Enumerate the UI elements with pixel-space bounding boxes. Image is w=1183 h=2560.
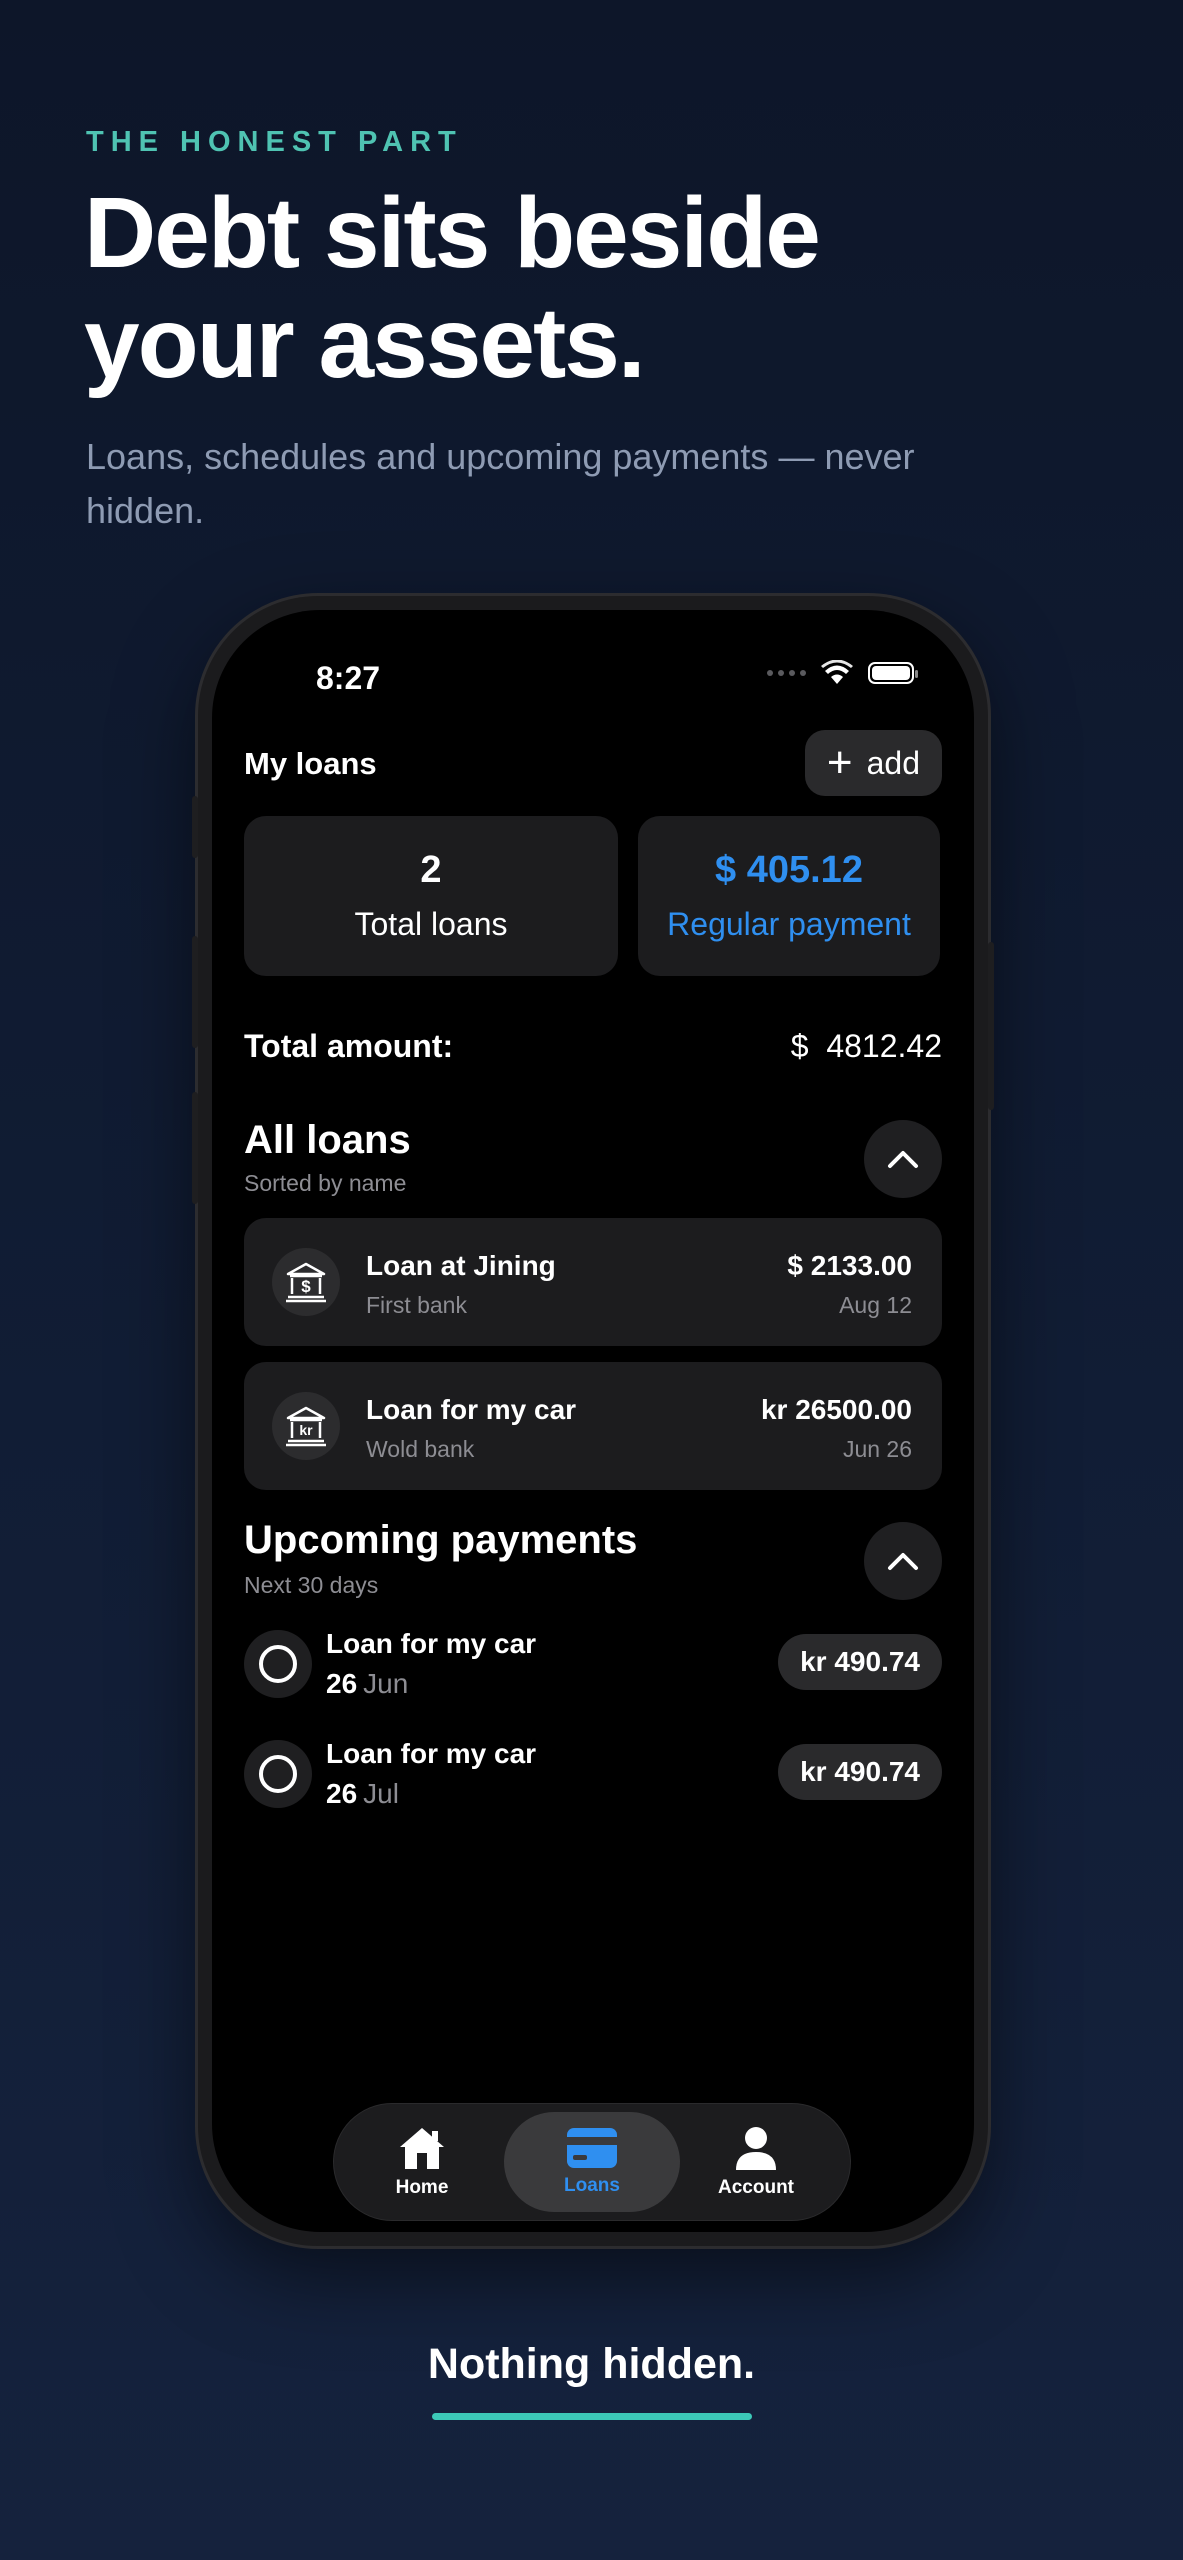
loan-name: Loan at Jining [366,1250,556,1281]
payment-amount: kr 490.74 [778,1744,942,1800]
all-loans-title: All loans [244,1118,411,1162]
svg-text:$: $ [301,1277,311,1296]
total-amount-label: Total amount: [244,1028,454,1064]
loan-amount: kr 26500.00 [760,1394,912,1425]
loan-date: Aug 12 [839,1292,912,1318]
tab-home-label: Home [395,2177,449,2198]
payment-month: Jun [363,1668,409,1699]
wifi-icon [821,660,853,684]
tab-account[interactable]: Account [668,2112,844,2212]
payment-date: 26 Jun [326,1668,408,1700]
phone-side-button [192,936,198,1048]
headline-line-1: Debt sits beside [84,177,821,289]
total-amount-value: $ 4812.42 [790,1028,942,1064]
chevron-up-icon [888,1151,918,1168]
regular-payment-label: Regular payment [667,906,911,942]
loan-card[interactable]: $ Loan at Jining First bank $ 2133.00 Au… [244,1218,942,1346]
payment-checkbox[interactable] [244,1740,312,1808]
payment-name: Loan for my car [326,1738,537,1769]
tab-account-label: Account [718,2177,794,2198]
regular-payment-card: $ 405.12 Regular payment [638,816,940,976]
loan-bank: First bank [366,1292,467,1318]
footer-tagline: Nothing hidden. [427,2340,756,2388]
status-icons [767,660,918,686]
payment-month: Jul [363,1778,399,1809]
total-loans-label: Total loans [354,906,508,942]
loan-bank: Wold bank [366,1436,475,1462]
signal-dots-icon [767,670,806,676]
tab-loans-label: Loans [564,2175,620,2196]
upcoming-title: Upcoming payments [244,1518,638,1562]
svg-text:kr: kr [299,1422,313,1438]
page-title: My loans [244,746,377,781]
total-loans-card: 2 Total loans [244,816,618,976]
status-time: 8:27 [316,660,381,696]
footer-underline [432,2413,752,2420]
payment-row[interactable]: Loan for my car 26 Jun kr 490.74 [244,1628,942,1700]
plus-icon: + [826,738,853,787]
loan-card[interactable]: kr Loan for my car Wold bank kr 26500.00… [244,1362,942,1490]
person-icon [736,2127,776,2170]
all-loans-subtitle: Sorted by name [244,1170,407,1196]
phone-screen: 8:27 My loans + add 2 Total loans $ 405.… [212,610,974,2232]
tab-loans[interactable]: Loans [504,2112,680,2212]
card-icon [567,2128,617,2168]
add-loan-button[interactable]: + add [804,730,942,796]
total-loans-value: 2 [420,849,442,891]
phone-side-button [192,1092,198,1204]
total-amount-row: Total amount: $ 4812.42 [244,1028,942,1065]
bank-dollar-icon: $ [272,1248,340,1316]
loan-name: Loan for my car [366,1394,577,1425]
payment-amount: kr 490.74 [778,1634,942,1690]
circle-icon [259,1755,297,1793]
upcoming-collapse-button[interactable] [864,1522,942,1600]
headline: Debt sits beside your assets. [84,178,984,398]
home-icon [400,2128,444,2169]
payment-day: 26 [326,1668,358,1699]
payment-name: Loan for my car [326,1628,537,1659]
phone-frame: 8:27 My loans + add 2 Total loans $ 405.… [192,596,994,2246]
loan-amount: $ 2133.00 [787,1250,912,1281]
bank-krone-icon: kr [272,1392,340,1460]
phone-side-button [988,942,994,1110]
subline: Loans, schedules and upcoming payments —… [86,436,915,531]
tab-home[interactable]: Home [334,2112,510,2212]
phone-side-button [192,796,198,858]
loan-date: Jun 26 [842,1436,912,1462]
circle-icon [259,1645,297,1683]
headline-line-2: your assets. [84,287,646,399]
add-label: add [866,744,920,781]
payment-date: 26 Jul [326,1778,399,1810]
regular-payment-value: $ 405.12 [715,849,863,891]
chevron-up-icon [888,1553,918,1570]
payment-row[interactable]: Loan for my car 26 Jul kr 490.74 [244,1738,942,1810]
tab-bar: Home Loans Account [334,2104,850,2220]
upcoming-subtitle: Next 30 days [244,1572,379,1598]
payment-day: 26 [326,1778,358,1809]
payment-checkbox[interactable] [244,1630,312,1698]
battery-icon [868,662,918,684]
all-loans-collapse-button[interactable] [864,1120,942,1198]
eyebrow: THE HONEST PART [86,126,463,158]
